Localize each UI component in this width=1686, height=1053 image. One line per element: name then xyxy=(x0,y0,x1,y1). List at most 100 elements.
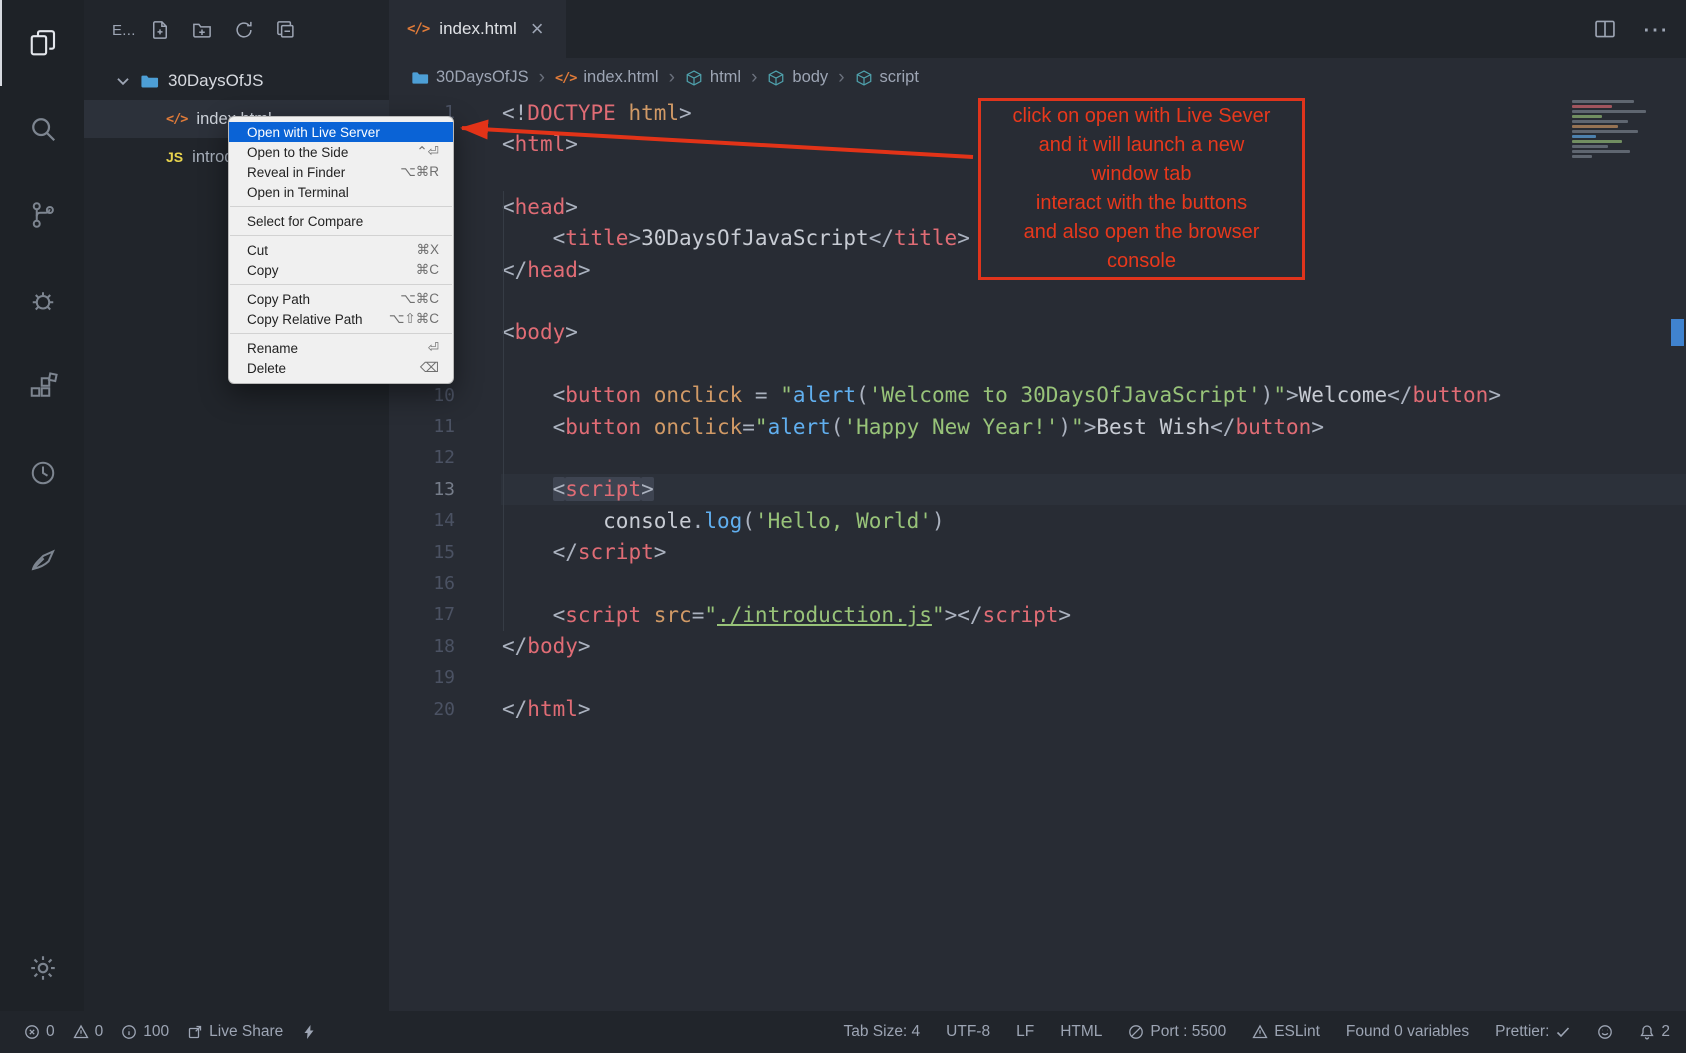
menu-item-reveal-in-finder[interactable]: Reveal in Finder⌥⌘R xyxy=(229,162,453,182)
collapse-all-icon[interactable] xyxy=(276,20,296,40)
line-number: 18 xyxy=(389,636,455,657)
new-folder-icon[interactable] xyxy=(192,20,212,40)
code-text: <body> xyxy=(455,320,578,344)
status-notifications[interactable]: 2 xyxy=(1639,1023,1670,1041)
status-live-server-port[interactable]: Port : 5500 xyxy=(1128,1023,1226,1041)
breadcrumb-label: html xyxy=(710,68,741,87)
folder-icon xyxy=(411,69,429,87)
explorer-title: E... xyxy=(112,22,136,39)
search-icon[interactable] xyxy=(0,86,84,172)
pen-icon[interactable] xyxy=(0,516,84,602)
menu-item-label: Reveal in Finder xyxy=(247,165,388,180)
menu-item-open-with-live-server[interactable]: Open with Live Server xyxy=(229,122,453,142)
menu-item-rename[interactable]: Rename⏎ xyxy=(229,338,453,358)
breadcrumb-item-body[interactable]: body xyxy=(767,68,828,87)
breadcrumb-item-script[interactable]: script xyxy=(855,68,919,87)
code-text: <title>30DaysOfJavaScript</title> xyxy=(455,226,970,250)
code-line-12: 12 xyxy=(389,442,1686,473)
tree-folder-label: 30DaysOfJS xyxy=(168,71,263,91)
menu-item-copy[interactable]: Copy⌘C xyxy=(229,260,453,280)
warning-icon xyxy=(73,1024,89,1040)
annotation-line: and also open the browser xyxy=(981,218,1302,247)
status-label: Live Share xyxy=(209,1023,283,1041)
menu-item-copy-path[interactable]: Copy Path⌥⌘C xyxy=(229,289,453,309)
activity-bar xyxy=(0,0,84,1011)
annotation-line: window tab xyxy=(981,160,1302,189)
activity-bar-bottom xyxy=(0,925,84,1011)
status-eslint[interactable]: ESLint xyxy=(1252,1023,1320,1041)
menu-item-label: Delete xyxy=(247,361,408,376)
status-variables[interactable]: Found 0 variables xyxy=(1346,1023,1469,1041)
code-text: <button onclick = "alert('Welcome to 30D… xyxy=(455,383,1501,407)
js-file-icon: JS xyxy=(166,149,183,165)
menu-item-label: Copy xyxy=(247,263,404,278)
menu-item-label: Open in Terminal xyxy=(247,185,427,200)
menu-item-cut[interactable]: Cut ⌘X xyxy=(229,240,453,260)
extensions-icon[interactable] xyxy=(0,344,84,430)
status-encoding[interactable]: UTF-8 xyxy=(946,1023,990,1041)
menu-item-open-to-the-side[interactable]: Open to the Side⌃⏎ xyxy=(229,142,453,162)
code-line-13: 13 <script> xyxy=(389,474,1686,505)
line-number: 13 xyxy=(389,479,455,500)
line-number: 16 xyxy=(389,573,455,594)
new-file-icon[interactable] xyxy=(150,20,170,40)
menu-item-open-in-terminal[interactable]: Open in Terminal xyxy=(229,182,453,202)
chevron-down-icon xyxy=(114,72,132,90)
bell-icon xyxy=(1639,1024,1655,1040)
status-quick-action[interactable] xyxy=(301,1024,317,1040)
refresh-icon[interactable] xyxy=(234,20,254,40)
code-text: </script> xyxy=(455,540,666,564)
menu-item-label: Cut xyxy=(247,243,404,258)
status-feedback[interactable] xyxy=(1597,1024,1613,1040)
line-number: 19 xyxy=(389,667,455,688)
status-info-count[interactable]: 100 xyxy=(121,1023,169,1041)
code-line-16: 16 xyxy=(389,568,1686,599)
close-icon[interactable]: × xyxy=(527,16,548,42)
breadcrumb-item-index-html[interactable]: </>index.html xyxy=(555,68,659,87)
more-actions-icon[interactable]: ⋯ xyxy=(1642,18,1664,40)
minimap[interactable] xyxy=(1572,100,1664,158)
activity-bar-top xyxy=(0,0,84,602)
smiley-icon xyxy=(1597,1024,1613,1040)
status-prettier[interactable]: Prettier: xyxy=(1495,1023,1571,1041)
status-errors[interactable]: 0 xyxy=(24,1023,55,1041)
breadcrumb-item-html[interactable]: html xyxy=(685,68,741,87)
explorer-icon[interactable] xyxy=(0,0,84,86)
split-editor-icon[interactable] xyxy=(1594,18,1616,40)
menu-item-delete[interactable]: Delete ⌫ xyxy=(229,358,453,378)
status-warnings[interactable]: 0 xyxy=(73,1023,104,1041)
settings-icon[interactable] xyxy=(0,925,84,1011)
menu-item-select-for-compare[interactable]: Select for Compare xyxy=(229,211,453,231)
status-eol[interactable]: LF xyxy=(1016,1023,1034,1041)
code-text: <script> xyxy=(455,477,654,501)
source-control-icon[interactable] xyxy=(0,172,84,258)
explorer-header: E... xyxy=(84,0,389,60)
annotation-box: click on open with Live Severand it will… xyxy=(978,98,1305,280)
breadcrumb-item-30daysofjs[interactable]: 30DaysOfJS xyxy=(411,68,529,87)
status-live-share[interactable]: Live Share xyxy=(187,1023,283,1041)
breadcrumb-separator: › xyxy=(837,67,845,89)
history-icon[interactable] xyxy=(0,430,84,516)
status-label: ESLint xyxy=(1274,1023,1320,1041)
share-icon xyxy=(187,1024,203,1040)
status-language-mode[interactable]: HTML xyxy=(1060,1023,1102,1041)
status-left: 00 100 Live Share xyxy=(24,1023,317,1041)
code-text: </html> xyxy=(455,697,591,721)
annotation-line: console xyxy=(981,247,1302,276)
tab-index-html[interactable]: </> index.html × xyxy=(389,0,566,58)
status-label: UTF-8 xyxy=(946,1023,990,1041)
run-debug-icon[interactable] xyxy=(0,258,84,344)
menu-item-shortcut: ⌘X xyxy=(416,242,439,258)
status-tab-size[interactable]: Tab Size: 4 xyxy=(843,1023,920,1041)
minimap-line xyxy=(1572,150,1630,153)
menu-item-copy-relative-path[interactable]: Copy Relative Path⌥⇧⌘C xyxy=(229,309,453,329)
menu-item-shortcut: ⌫ xyxy=(420,360,439,376)
breadcrumb-separator: › xyxy=(538,67,546,89)
code-line-17: 17 <script src="./introduction.js"></scr… xyxy=(389,599,1686,630)
code-line-19: 19 xyxy=(389,662,1686,693)
minimap-line xyxy=(1572,115,1602,118)
tree-folder-root[interactable]: 30DaysOfJS xyxy=(84,62,389,100)
indent-guide xyxy=(503,191,504,631)
minimap-line xyxy=(1572,125,1618,128)
error-icon xyxy=(24,1024,40,1040)
